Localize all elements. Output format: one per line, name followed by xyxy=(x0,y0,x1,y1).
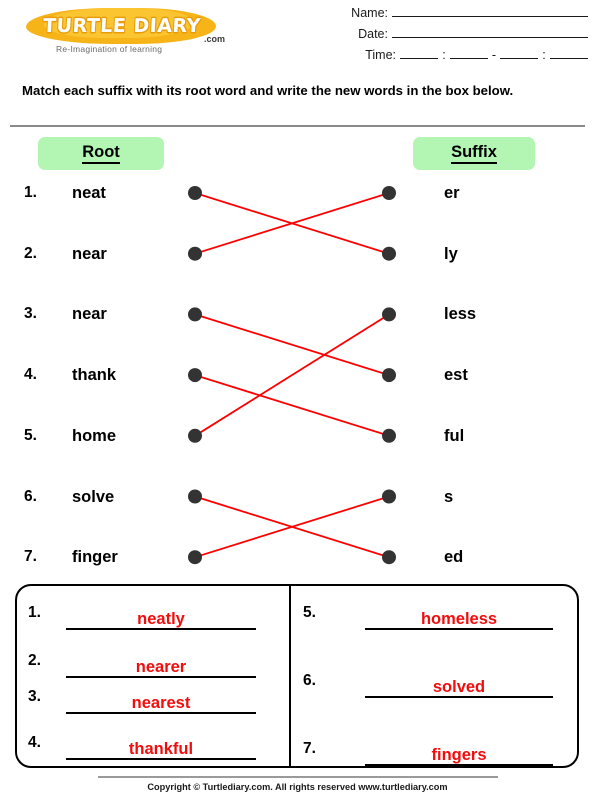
row-number: 6. xyxy=(24,487,37,505)
answer-word-neatly[interactable]: neatly xyxy=(66,610,256,628)
suffix-word-ful[interactable]: ful xyxy=(444,423,564,449)
worksheet-header: TURTLE DIARY .com Re-Imagination of lear… xyxy=(0,0,595,78)
time-start-hour-blank[interactable] xyxy=(400,48,438,59)
answer-blank-line[interactable] xyxy=(365,628,553,630)
answer-blank-line[interactable] xyxy=(66,758,256,760)
answer-blank-line[interactable] xyxy=(66,628,256,630)
match-row: 7. finger ed xyxy=(0,544,595,570)
time-end-hour-blank[interactable] xyxy=(500,48,538,59)
name-input-blank[interactable] xyxy=(392,6,588,17)
logo-dotcom-text: .com xyxy=(204,34,226,44)
answer-cell: 5. homeless xyxy=(303,592,553,636)
suffix-column-header: Suffix xyxy=(413,137,535,170)
suffix-word-s[interactable]: s xyxy=(444,484,564,510)
row-number: 5. xyxy=(24,426,37,444)
answer-number: 7. xyxy=(303,740,316,757)
root-column-header-label: Root xyxy=(82,143,120,164)
match-row: 3. near less xyxy=(0,301,595,327)
footer-divider xyxy=(98,776,498,778)
suffix-word-ly[interactable]: ly xyxy=(444,241,564,267)
match-row: 6. solve s xyxy=(0,484,595,510)
suffix-word-less[interactable]: less xyxy=(444,301,564,327)
suffix-column-header-label: Suffix xyxy=(451,143,497,164)
root-word-home[interactable]: home xyxy=(72,423,182,449)
instruction-text: Match each suffix with its root word and… xyxy=(22,83,514,98)
time-colon-2: : xyxy=(542,48,546,62)
answer-number: 3. xyxy=(28,688,41,705)
answer-box-divider xyxy=(289,586,291,766)
time-colon-1: : xyxy=(442,48,446,62)
answer-cell: 7. fingers xyxy=(303,728,553,772)
root-word-solve[interactable]: solve xyxy=(72,484,182,510)
row-number: 7. xyxy=(24,548,37,566)
name-row: Name: xyxy=(300,6,588,27)
time-dash: - xyxy=(491,48,497,62)
suffix-word-ed[interactable]: ed xyxy=(444,544,564,570)
student-info-fields: Name: Date: Time: : - : xyxy=(300,6,588,69)
match-row: 4. thank est xyxy=(0,362,595,388)
root-word-finger[interactable]: finger xyxy=(72,544,182,570)
matching-area: 1. neat er 2. near ly 3. near less 4. thank est 5. ho… xyxy=(0,172,595,576)
row-number: 1. xyxy=(24,184,37,201)
answer-cell: 1. neatly xyxy=(28,592,256,636)
answer-number: 4. xyxy=(28,734,41,751)
date-input-blank[interactable] xyxy=(392,27,588,38)
suffix-word-er[interactable]: er xyxy=(444,180,564,206)
row-number: 2. xyxy=(24,244,37,262)
answer-word-solved[interactable]: solved xyxy=(365,678,553,696)
logo-wordmark-text: TURTLE DIARY xyxy=(42,15,202,37)
answer-word-thankful[interactable]: thankful xyxy=(66,740,256,758)
answer-number: 5. xyxy=(303,604,316,621)
row-number: 3. xyxy=(24,305,37,323)
answer-blank-line[interactable] xyxy=(365,696,553,698)
answer-number: 1. xyxy=(28,604,41,621)
answer-cell: 4. thankful xyxy=(28,722,256,766)
answer-word-homeless[interactable]: homeless xyxy=(365,610,553,628)
date-row: Date: xyxy=(300,27,588,48)
answer-cell: 6. solved xyxy=(303,660,553,704)
match-row: 1. neat er xyxy=(0,180,595,206)
root-word-near[interactable]: near xyxy=(72,301,182,327)
answer-word-fingers[interactable]: fingers xyxy=(365,746,553,764)
root-word-neat[interactable]: neat xyxy=(72,180,182,206)
answer-blank-line[interactable] xyxy=(365,764,553,766)
time-row: Time: : - : xyxy=(300,48,588,69)
logo-tagline-text: Re-Imagination of learning xyxy=(56,44,163,54)
answer-cell: 3. nearest xyxy=(28,676,256,720)
answer-word-nearest[interactable]: nearest xyxy=(66,694,256,712)
root-word-thank[interactable]: thank xyxy=(72,362,182,388)
answer-word-nearer[interactable]: nearer xyxy=(66,658,256,676)
suffix-word-est[interactable]: est xyxy=(444,362,564,388)
time-label: Time: xyxy=(365,48,396,62)
answer-number: 2. xyxy=(28,652,41,669)
name-label: Name: xyxy=(351,6,388,20)
date-label: Date: xyxy=(358,27,388,41)
answer-number: 6. xyxy=(303,672,316,689)
row-number: 4. xyxy=(24,366,37,384)
answer-blank-line[interactable] xyxy=(66,712,256,714)
root-word-near[interactable]: near xyxy=(72,241,182,267)
match-row: 5. home ful xyxy=(0,423,595,449)
match-row: 2. near ly xyxy=(0,241,595,267)
time-start-minute-blank[interactable] xyxy=(450,48,488,59)
time-end-minute-blank[interactable] xyxy=(550,48,588,59)
copyright-text: Copyright © Turtlediary.com. All rights … xyxy=(147,782,448,792)
header-divider xyxy=(10,125,585,127)
root-column-header: Root xyxy=(38,137,164,170)
turtle-diary-logo[interactable]: TURTLE DIARY .com Re-Imagination of lear… xyxy=(22,8,232,60)
